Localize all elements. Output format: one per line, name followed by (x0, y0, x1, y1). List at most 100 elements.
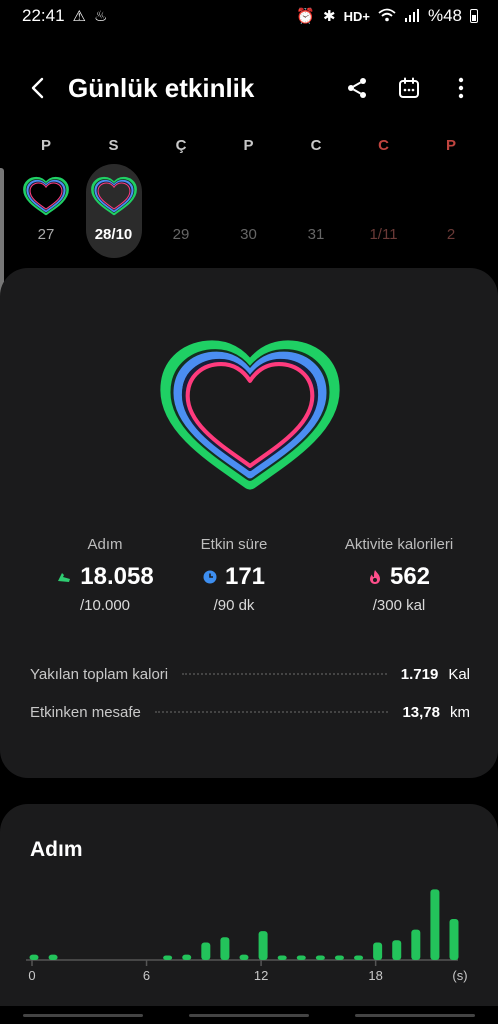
hour-bar (182, 954, 192, 960)
day-selection-pill (423, 164, 479, 258)
status-bar: 22:41 ⚠ ♨ ⏰ ✱ HD+ %48 (0, 0, 498, 32)
day-letter: P (445, 137, 456, 154)
shoe-icon (58, 573, 71, 582)
day-column-1/11[interactable]: C 1/11 (356, 130, 412, 260)
network-type: HD+ (343, 8, 370, 24)
active-distance-value: 13,78 (402, 703, 440, 721)
x-axis-tick-label: 6 (143, 968, 150, 983)
activity-calories-metric[interactable]: Aktivite kalorileri 562 /300 kal (310, 536, 488, 614)
hour-bar (296, 955, 306, 960)
alarm-icon: ⏰ (296, 7, 316, 25)
day-column-2[interactable]: P2 (423, 130, 479, 260)
wifi-icon (378, 8, 396, 25)
day-selection-pill (153, 164, 209, 258)
nav-home-handle[interactable] (189, 1013, 309, 1017)
app-bar: Günlük etkinlik (0, 60, 498, 116)
total-calories-unit: Kal (448, 665, 470, 683)
calendar-icon (399, 77, 419, 98)
active-distance-unit: km (450, 703, 470, 721)
dotted-leader (154, 711, 389, 713)
active-time-goal: /90 dk (213, 597, 255, 614)
day-date: 1/11 (369, 226, 398, 243)
status-left: 22:41 ⚠ ♨ (22, 6, 107, 26)
hour-bar (430, 889, 440, 960)
nav-back-handle[interactable] (355, 1013, 475, 1017)
flame-icon (369, 570, 380, 584)
day-selection-pill (288, 164, 344, 258)
steps-card[interactable]: Adım 0 6 12 18 (s) (0, 804, 498, 1006)
week-selector: P 27 S 28/10 Ç 29 P 30 C 31 C 1/11 P 2 (12, 130, 488, 260)
day-letter: Ç (175, 137, 187, 154)
activity-calories-value: 562 (389, 563, 431, 590)
day-column-29[interactable]: Ç 29 (153, 130, 209, 260)
day-date: 31 (307, 226, 325, 243)
calendar-button[interactable] (390, 69, 428, 107)
total-calories-value: 1.719 (400, 665, 439, 683)
status-right: ⏰ ✱ HD+ %48 (296, 6, 478, 26)
page-title: Günlük etkinlik (68, 72, 255, 103)
day-selection-pill (356, 164, 412, 258)
steps-goal: /10.000 (79, 597, 131, 614)
steps-label: Adım (87, 536, 123, 553)
daily-summary-card: Adım 18.058 /10.000 Etkin süre 171 /90 d… (0, 268, 498, 778)
hour-bar (411, 929, 421, 960)
mini-heart-icon (90, 176, 137, 216)
hour-bar (334, 955, 344, 960)
day-selection-pill (221, 164, 277, 258)
battery-icon (470, 9, 478, 23)
total-calories-row: Yakılan toplam kalori 1.719 Kal (30, 660, 470, 688)
activity-calories-goal: /300 kal (372, 597, 426, 614)
day-column-27[interactable]: P 27 (18, 130, 74, 260)
clock-icon (203, 570, 217, 584)
more-icon (458, 77, 464, 99)
active-distance-row: Etkinken mesafe 13,78 km (30, 698, 470, 726)
app-actions (338, 69, 480, 107)
steps-value: 18.058 (80, 563, 154, 590)
warning-icon: ⚠ (72, 7, 86, 25)
day-date: 27 (37, 226, 55, 243)
navigation-bar (0, 1006, 498, 1024)
battery-level: %48 (427, 6, 462, 25)
steps-card-title: Adım (30, 838, 83, 861)
notification-icon: ♨ (94, 7, 108, 25)
hour-bar (354, 955, 364, 960)
mini-heart-icon (23, 176, 69, 216)
signal-icon (404, 8, 420, 25)
x-axis-unit-label: (s) (452, 968, 467, 983)
hour-bar (163, 955, 173, 960)
day-letter: C (378, 137, 389, 154)
day-letter: C (310, 137, 322, 154)
active-time-metric[interactable]: Etkin süre 171 /90 dk (164, 536, 304, 614)
active-distance-label: Etkinken mesafe (30, 703, 141, 721)
hour-bar (277, 955, 287, 960)
day-date: 28/10 (94, 226, 133, 243)
day-date: 2 (446, 226, 456, 243)
hourly-steps-chart: 0 6 12 18 (s) (26, 889, 468, 983)
activity-calories-label: Aktivite kalorileri (344, 536, 454, 553)
hour-bar (392, 940, 402, 960)
activity-rings-heart-icon (160, 340, 340, 490)
hour-bar (239, 954, 249, 960)
day-letter: P (243, 137, 254, 154)
more-options-button[interactable] (442, 69, 480, 107)
day-letter: P (40, 137, 51, 154)
x-axis-tick-label: 18 (368, 968, 382, 983)
day-letter: S (108, 137, 119, 154)
hour-bar (315, 955, 325, 960)
hour-bar (201, 942, 211, 960)
x-axis-tick-label: 12 (254, 968, 268, 983)
share-button[interactable] (338, 69, 376, 107)
day-column-30[interactable]: P 30 (221, 130, 277, 260)
back-arrow-icon (31, 77, 44, 99)
day-column-31[interactable]: C 31 (288, 130, 344, 260)
nav-recent-handle[interactable] (23, 1013, 143, 1017)
day-date: 29 (172, 226, 190, 243)
day-column-28/10[interactable]: S 28/10 (85, 130, 142, 260)
hour-bar (373, 942, 383, 960)
hour-bar (449, 918, 459, 960)
active-time-value: 171 (224, 563, 266, 590)
back-button[interactable] (8, 60, 68, 116)
hour-bar (258, 931, 268, 960)
hour-bar (29, 954, 39, 960)
day-date: 30 (240, 226, 257, 243)
